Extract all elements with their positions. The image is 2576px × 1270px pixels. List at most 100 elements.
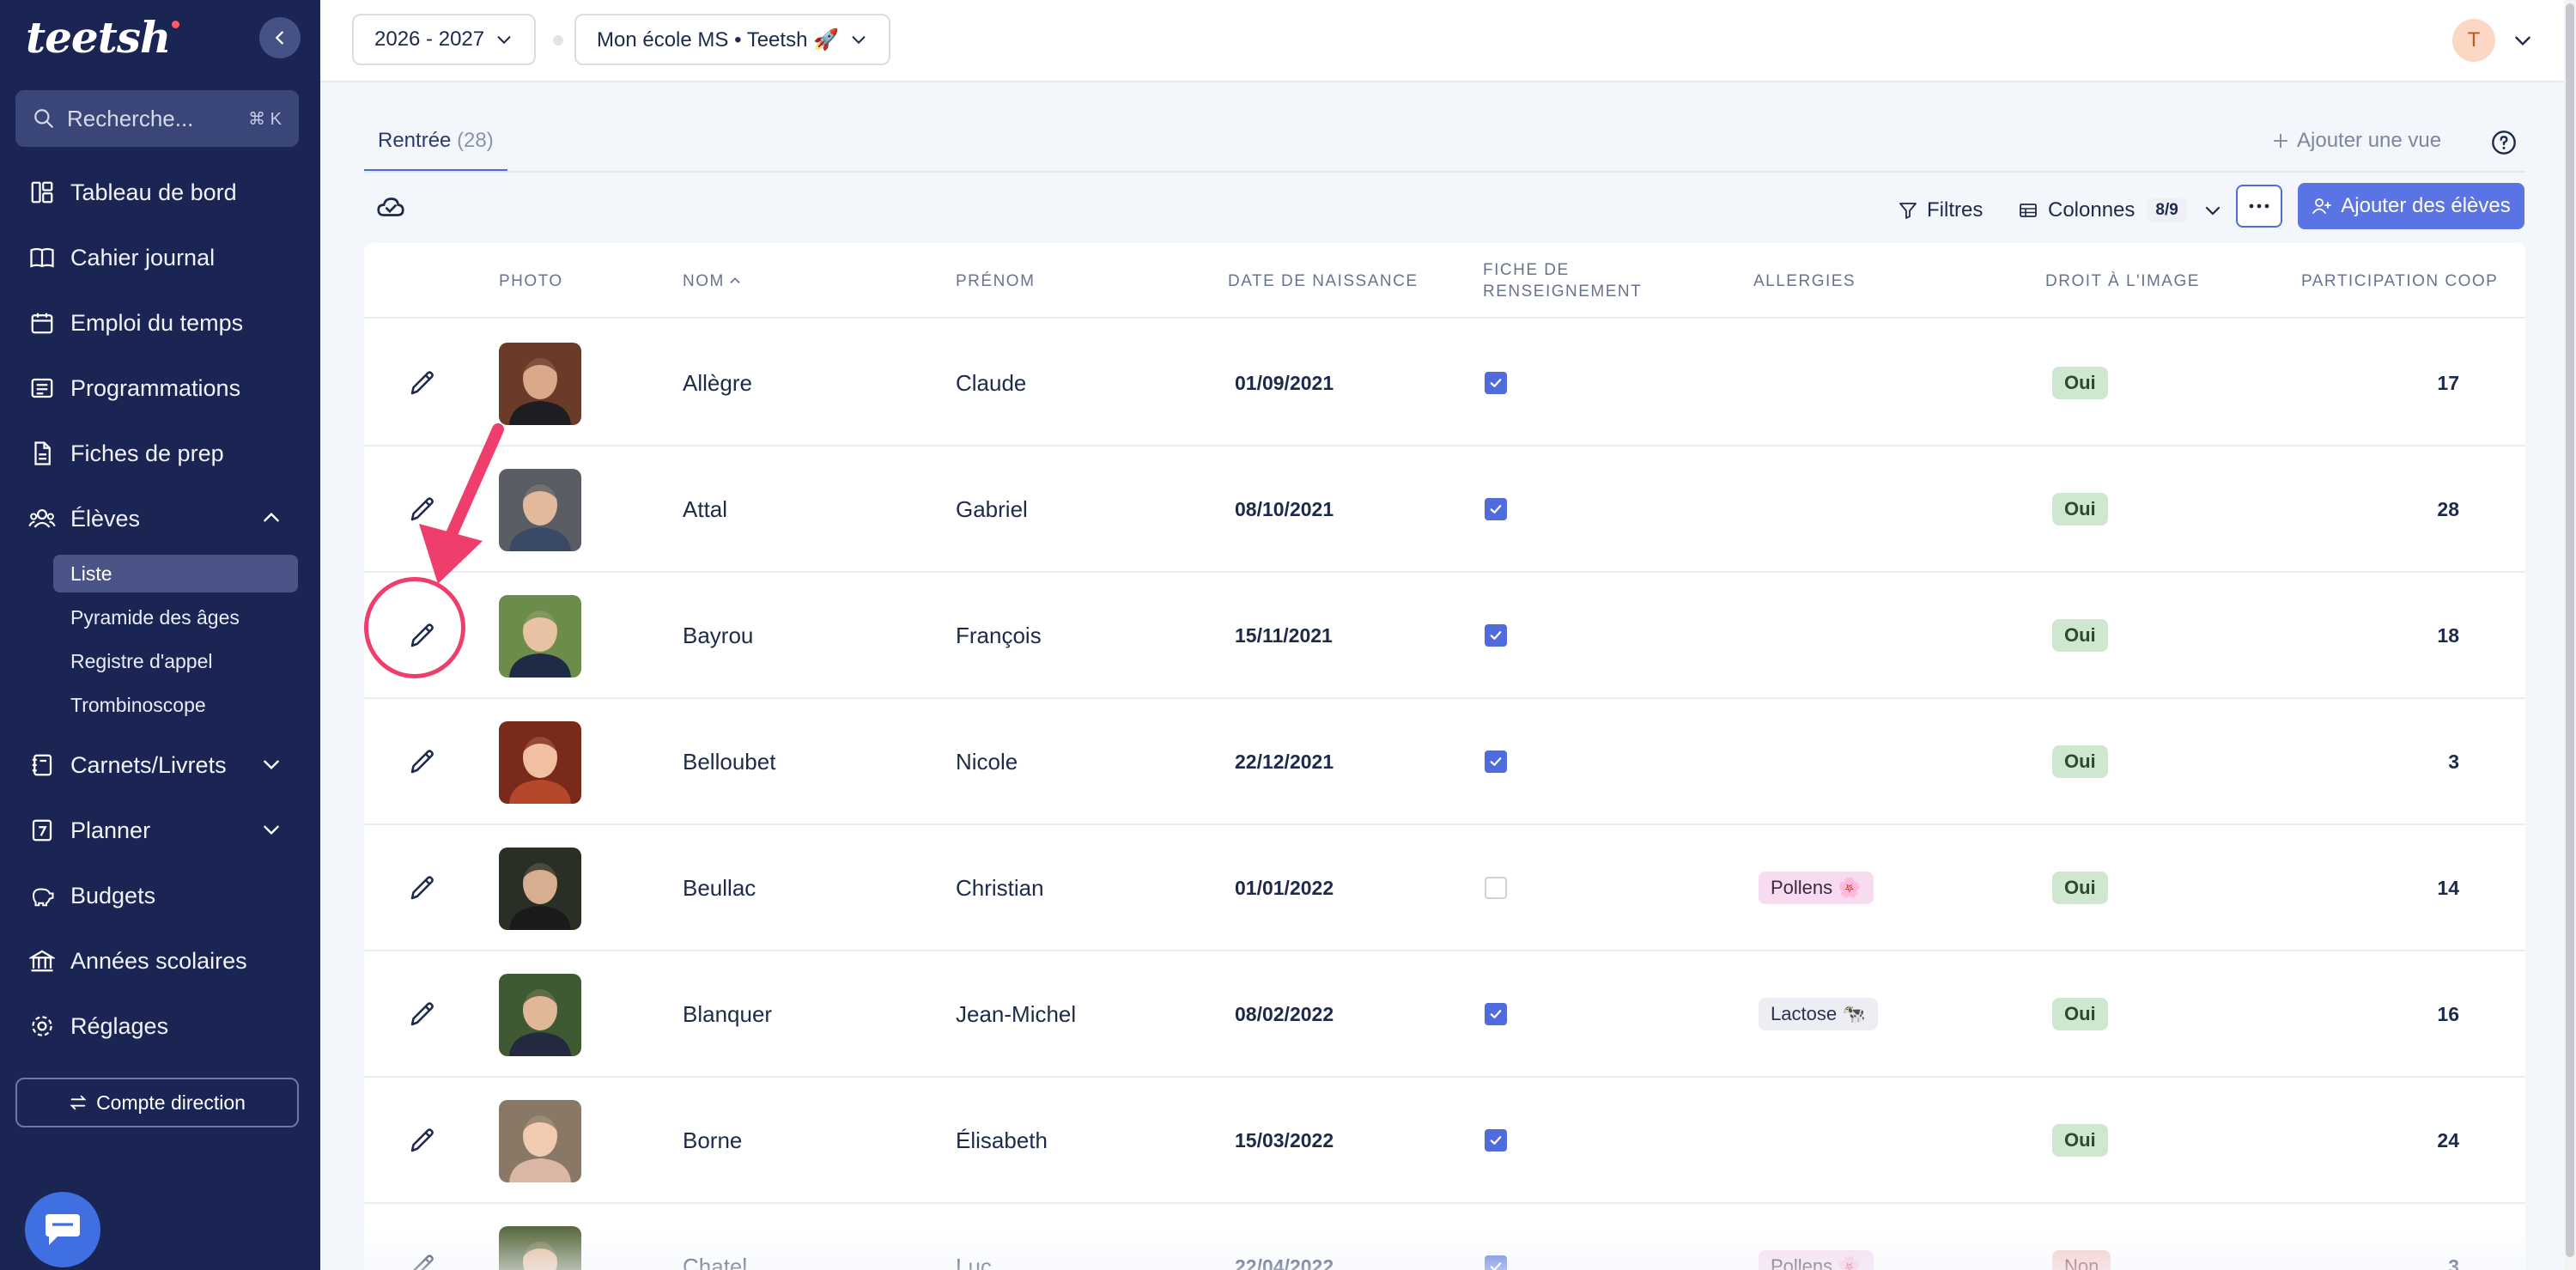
- columns-count-badge: 8/9: [2147, 198, 2187, 222]
- header-date-naissance[interactable]: DATE DE NAISSANCE: [1228, 243, 1419, 319]
- student-photo[interactable]: [499, 721, 581, 804]
- columns-label: Colonnes: [2048, 198, 2136, 222]
- student-photo[interactable]: [499, 974, 581, 1056]
- student-photo[interactable]: [499, 343, 581, 425]
- subnav-item-liste[interactable]: Liste: [53, 555, 298, 592]
- student-photo[interactable]: [499, 1100, 581, 1182]
- sidebar-item-annees-scolaires[interactable]: Années scolaires: [0, 928, 320, 994]
- table-row[interactable]: Allègre Claude 01/09/2021 Oui 17: [364, 320, 2525, 447]
- year-selector[interactable]: 2026 - 2027: [352, 14, 537, 65]
- fiche-checkbox[interactable]: [1485, 1003, 1507, 1025]
- edit-row-button[interactable]: [397, 1078, 448, 1203]
- header-allergies[interactable]: ALLERGIES: [1753, 243, 1856, 319]
- subnav-item-registre[interactable]: Registre d'appel: [53, 640, 298, 684]
- teetsh-logo[interactable]: teetsh: [26, 12, 180, 63]
- cell-droit-image: Oui: [2052, 825, 2108, 951]
- fiche-checkbox[interactable]: [1485, 877, 1507, 899]
- header-prenom[interactable]: PRÉNOM: [956, 243, 1035, 319]
- table-row[interactable]: Bayrou François 15/11/2021 Oui 18: [364, 573, 2525, 699]
- sidebar-item-budgets[interactable]: Budgets: [0, 863, 320, 928]
- header-fiche-line-1: FICHE DE: [1483, 261, 1570, 279]
- cell-date-naissance: 15/03/2022: [1235, 1128, 1334, 1152]
- add-view-button[interactable]: Ajouter une vue: [2271, 129, 2441, 153]
- fiche-checkbox[interactable]: [1485, 498, 1507, 520]
- sidebar-item-reglages[interactable]: Réglages: [0, 994, 320, 1059]
- subnav-item-pyramide[interactable]: Pyramide des âges: [53, 596, 298, 640]
- table-row[interactable]: Beullac Christian 01/01/2022 Pollens 🌸 O…: [364, 825, 2525, 951]
- fiche-checkbox[interactable]: [1485, 1129, 1507, 1152]
- sidebar-item-tableau-de-bord[interactable]: Tableau de bord: [0, 160, 320, 225]
- columns-button[interactable]: Colonnes 8/9: [2017, 191, 2223, 230]
- fiche-checkbox[interactable]: [1485, 624, 1507, 647]
- sidebar-item-planner[interactable]: Planner: [0, 798, 320, 863]
- cell-fiche: [1485, 320, 1507, 446]
- edit-pencil-icon: [410, 876, 434, 900]
- cell-prenom: Claude: [956, 369, 1027, 396]
- chat-support-button[interactable]: [25, 1192, 100, 1267]
- cell-participation-coop: 3: [2448, 750, 2459, 773]
- edit-row-button[interactable]: [397, 699, 448, 824]
- edit-row-button[interactable]: [397, 825, 448, 951]
- sidebar-item-label: Carnets/Livrets: [70, 751, 227, 778]
- cloud-sync-icon[interactable]: [374, 191, 407, 223]
- notebook-icon: [27, 750, 57, 780]
- chat-icon: [46, 1214, 80, 1245]
- fiche-checkbox[interactable]: [1485, 750, 1507, 773]
- tab-label: Rentrée: [378, 129, 452, 152]
- sidebar-item-carnets-livrets[interactable]: Carnets/Livrets: [0, 732, 320, 798]
- cell-date-naissance: 08/02/2022: [1235, 1002, 1334, 1025]
- avatar[interactable]: T: [2452, 19, 2495, 62]
- cell-nom: Belloubet: [683, 748, 776, 775]
- cell-allergies: Lactose 🐄: [1759, 951, 1878, 1077]
- sidebar-item-programmations[interactable]: Programmations: [0, 355, 320, 421]
- student-photo[interactable]: [499, 848, 581, 930]
- student-photo[interactable]: [499, 595, 581, 678]
- class-selector[interactable]: Mon école MS • Teetsh 🚀: [574, 14, 890, 65]
- tab-rentree[interactable]: Rentrée (28): [364, 129, 507, 172]
- bottom-fade: [320, 1228, 2564, 1270]
- chevron-down-icon[interactable]: [2512, 29, 2534, 52]
- header-droit-image[interactable]: DROIT À L'IMAGE: [2045, 243, 2200, 319]
- header-photo[interactable]: PHOTO: [499, 243, 563, 319]
- edit-pencil-icon: [410, 750, 434, 774]
- sidebar-item-emploi-du-temps[interactable]: Emploi du temps: [0, 290, 320, 355]
- allergy-tag: Lactose 🐄: [1759, 998, 1878, 1030]
- collapse-sidebar-button[interactable]: [259, 17, 301, 58]
- cell-nom: Beullac: [683, 874, 756, 901]
- sidebar-item-label: Tableau de bord: [70, 179, 237, 205]
- table-row[interactable]: Belloubet Nicole 22/12/2021 Oui 3: [364, 699, 2525, 825]
- header-fiche-renseignement[interactable]: FICHE DE RENSEIGNEMENT: [1483, 243, 1642, 319]
- table-row[interactable]: Blanquer Jean-Michel 08/02/2022 Lactose …: [364, 951, 2525, 1078]
- filters-button[interactable]: Filtres: [1898, 191, 1983, 230]
- cell-droit-image: Oui: [2052, 573, 2108, 698]
- scrollbar-thumb[interactable]: [2566, 3, 2574, 1257]
- sidebar-item-eleves[interactable]: Élèves: [0, 486, 320, 551]
- sidebar-item-fiches-de-prep[interactable]: Fiches de prep: [0, 421, 320, 486]
- search-input[interactable]: Recherche... ⌘ K: [15, 90, 299, 147]
- piggy-bank-icon: [27, 881, 57, 910]
- header-participation-coop[interactable]: PARTICIPATION COOP: [2301, 243, 2498, 319]
- droit-image-badge: Oui: [2052, 998, 2108, 1030]
- more-options-button[interactable]: [2236, 185, 2282, 228]
- subnav-label: Registre d'appel: [70, 650, 213, 672]
- header-nom-label: NOM: [683, 271, 725, 290]
- ellipsis-icon: [2249, 204, 2269, 209]
- cell-fiche: [1485, 1078, 1507, 1203]
- add-students-button[interactable]: Ajouter des élèves: [2298, 183, 2524, 229]
- search-icon: [34, 109, 53, 128]
- table-row[interactable]: Borne Élisabeth 15/03/2022 Oui 24: [364, 1078, 2525, 1204]
- help-icon[interactable]: [2490, 129, 2518, 156]
- annotation-arrow: [419, 423, 504, 584]
- cell-date-naissance: 08/10/2021: [1235, 497, 1334, 520]
- add-view-label: Ajouter une vue: [2297, 129, 2442, 152]
- subnav-item-trombinoscope[interactable]: Trombinoscope: [53, 684, 298, 727]
- compte-direction-button[interactable]: Compte direction: [15, 1078, 299, 1127]
- fiche-checkbox[interactable]: [1485, 372, 1507, 394]
- edit-row-button[interactable]: [397, 951, 448, 1077]
- header-nom[interactable]: NOM: [683, 243, 742, 319]
- sidebar-item-cahier-journal[interactable]: Cahier journal: [0, 225, 320, 290]
- subnav-label: Trombinoscope: [70, 694, 206, 716]
- class-selector-label: Mon école MS • Teetsh 🚀: [597, 27, 839, 52]
- sidebar-item-label: Budgets: [70, 882, 156, 908]
- table-row[interactable]: Attal Gabriel 08/10/2021 Oui 28: [364, 447, 2525, 573]
